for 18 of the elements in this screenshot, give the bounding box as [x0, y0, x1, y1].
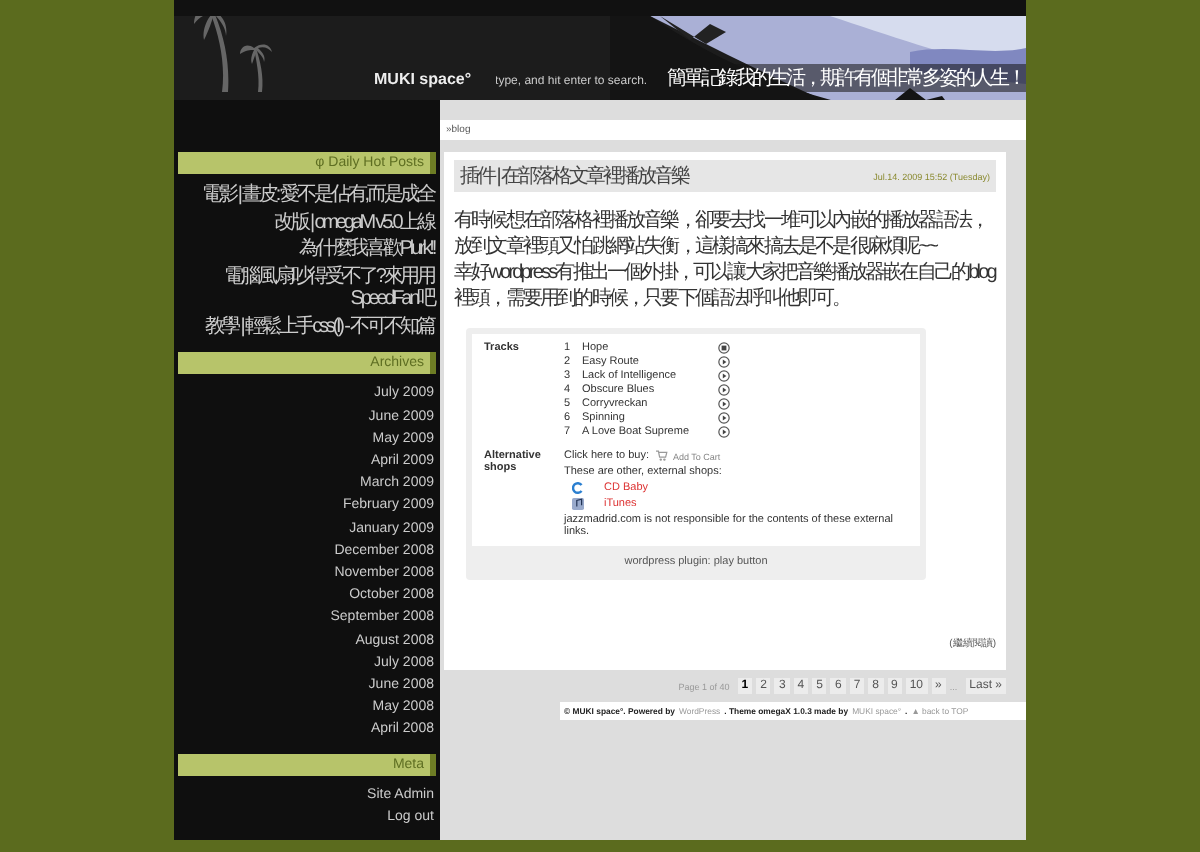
play-icon[interactable] — [718, 426, 730, 439]
sidebar-link[interactable]: 電影 | 畫皮: 愛不是佔有,而是成全 — [174, 182, 440, 210]
play-icon[interactable] — [718, 398, 730, 411]
post-title[interactable]: 插件 | 在部落格文章裡播放音樂 — [460, 162, 689, 191]
cart-icon — [655, 450, 667, 463]
post-paragraph: 幸好wordpress有推出一個外掛，可以讓大家把音樂播放器嵌在自己的blog裡頭，需要用到的時候，只要下個語法呼叫他即可。 — [454, 260, 996, 313]
sidebar-link[interactable]: 改版 | omegaM v5.0上線 — [174, 209, 440, 237]
tagline: 簡單記錄我的生活，期許有個非常多姿的人生！ — [663, 64, 1026, 93]
stop-icon[interactable] — [718, 342, 730, 355]
sidebar-link[interactable]: 為什麼我喜歡Plurk!! — [174, 236, 440, 264]
play-icon[interactable] — [718, 412, 730, 425]
sidebar-link[interactable]: 電腦風扇吵得受不了?來用用SpeedFan吧 — [174, 263, 440, 314]
play-icon[interactable] — [718, 356, 730, 369]
sidebar-link[interactable]: 教學 | 輕鬆上手css(I) - 不可不知篇 — [174, 313, 440, 341]
play-icon[interactable] — [718, 370, 730, 383]
post-paragraph: 有時候想在部落格裡播放音樂，卻要去找一堆可以內嵌的播放器語法，放到文章裡頭又怕跳網站失衡，這樣搞來搞去是不是很麻煩呢~~ — [454, 208, 990, 261]
site-title[interactable]: MUKI space° — [374, 70, 472, 89]
play-icon[interactable] — [718, 384, 730, 397]
